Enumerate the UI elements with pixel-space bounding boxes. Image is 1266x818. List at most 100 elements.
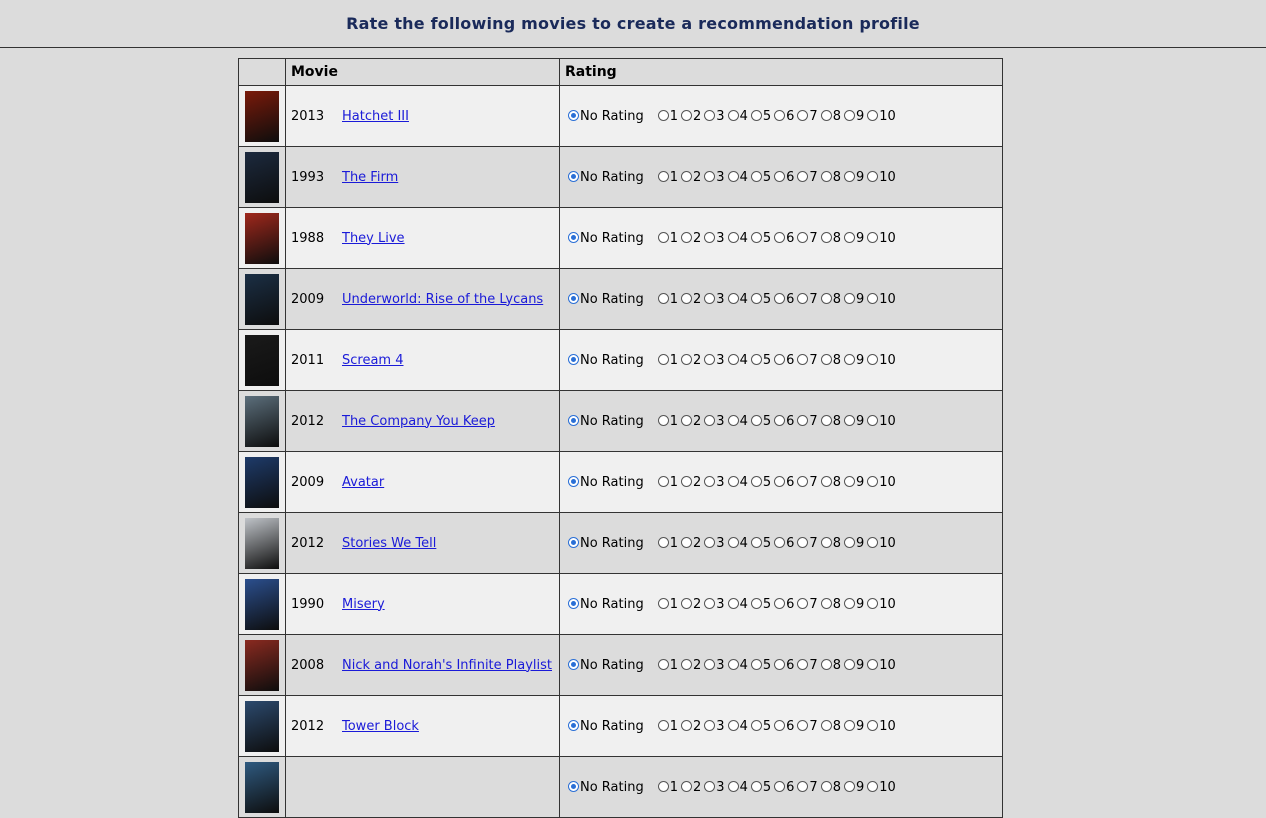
- rating-radio-button[interactable]: [681, 170, 693, 182]
- rating-radio-button[interactable]: [843, 231, 855, 243]
- rating-option-8[interactable]: 8: [820, 718, 841, 734]
- rating-radio-button[interactable]: [867, 658, 879, 670]
- rating-radio-button[interactable]: [797, 658, 809, 670]
- rating-radio-button[interactable]: [727, 292, 739, 304]
- rating-option-6[interactable]: 6: [774, 718, 794, 734]
- rating-option-6[interactable]: 6: [774, 169, 794, 185]
- rating-radio-button[interactable]: [843, 536, 855, 548]
- rating-option-2[interactable]: 2: [681, 474, 701, 490]
- rating-radio-button[interactable]: [820, 109, 832, 121]
- rating-option-3[interactable]: 3: [704, 535, 725, 551]
- rating-option-4[interactable]: 4: [727, 352, 748, 368]
- rating-option-5[interactable]: 5: [750, 596, 771, 612]
- rating-radio-button[interactable]: [681, 475, 693, 487]
- rating-radio-button[interactable]: [568, 292, 579, 304]
- rating-radio-button[interactable]: [774, 658, 786, 670]
- rating-option-6[interactable]: 6: [774, 108, 794, 124]
- rating-option-1[interactable]: 1: [657, 657, 678, 673]
- rating-option-3[interactable]: 3: [704, 718, 725, 734]
- rating-radio-button[interactable]: [843, 780, 855, 792]
- rating-option-1[interactable]: 1: [657, 474, 678, 490]
- rating-radio-button[interactable]: [820, 414, 832, 426]
- rating-radio-button[interactable]: [774, 475, 786, 487]
- rating-option-7[interactable]: 7: [797, 230, 818, 246]
- rating-option-none[interactable]: No Rating: [568, 718, 644, 734]
- rating-option-9[interactable]: 9: [843, 474, 864, 490]
- rating-option-none[interactable]: No Rating: [568, 657, 644, 673]
- rating-option-1[interactable]: 1: [657, 596, 678, 612]
- rating-option-1[interactable]: 1: [657, 169, 678, 185]
- rating-option-4[interactable]: 4: [727, 779, 748, 795]
- rating-option-3[interactable]: 3: [704, 657, 725, 673]
- rating-option-9[interactable]: 9: [843, 596, 864, 612]
- rating-option-8[interactable]: 8: [820, 413, 841, 429]
- rating-radio-button[interactable]: [657, 109, 669, 121]
- rating-option-7[interactable]: 7: [797, 596, 818, 612]
- rating-option-9[interactable]: 9: [843, 352, 864, 368]
- rating-radio-button[interactable]: [727, 597, 739, 609]
- movie-title-link[interactable]: Avatar: [342, 475, 384, 490]
- rating-radio-button[interactable]: [750, 231, 762, 243]
- rating-radio-button[interactable]: [797, 353, 809, 365]
- rating-radio-button[interactable]: [727, 536, 739, 548]
- rating-radio-button[interactable]: [843, 292, 855, 304]
- rating-option-5[interactable]: 5: [750, 535, 771, 551]
- rating-option-none[interactable]: No Rating: [568, 352, 644, 368]
- rating-option-6[interactable]: 6: [774, 596, 794, 612]
- rating-option-10[interactable]: 10: [867, 535, 896, 551]
- rating-radio-button[interactable]: [681, 353, 693, 365]
- rating-option-10[interactable]: 10: [867, 413, 896, 429]
- rating-radio-button[interactable]: [681, 658, 693, 670]
- movie-title-link[interactable]: Hatchet III: [342, 109, 409, 124]
- rating-radio-button[interactable]: [704, 231, 716, 243]
- rating-option-3[interactable]: 3: [704, 352, 725, 368]
- rating-radio-button[interactable]: [867, 597, 879, 609]
- rating-radio-button[interactable]: [820, 536, 832, 548]
- rating-radio-button[interactable]: [774, 109, 786, 121]
- rating-option-none[interactable]: No Rating: [568, 413, 644, 429]
- rating-radio-button[interactable]: [657, 658, 669, 670]
- rating-radio-button[interactable]: [657, 780, 669, 792]
- rating-option-9[interactable]: 9: [843, 779, 864, 795]
- rating-option-3[interactable]: 3: [704, 108, 725, 124]
- rating-option-8[interactable]: 8: [820, 230, 841, 246]
- rating-radio-button[interactable]: [774, 170, 786, 182]
- rating-option-2[interactable]: 2: [681, 413, 701, 429]
- rating-option-2[interactable]: 2: [681, 108, 701, 124]
- rating-option-7[interactable]: 7: [797, 169, 818, 185]
- rating-radio-button[interactable]: [797, 292, 809, 304]
- rating-option-6[interactable]: 6: [774, 230, 794, 246]
- rating-option-2[interactable]: 2: [681, 352, 701, 368]
- rating-radio-button[interactable]: [568, 475, 579, 487]
- rating-radio-button[interactable]: [568, 719, 579, 731]
- rating-option-none[interactable]: No Rating: [568, 474, 644, 490]
- rating-option-4[interactable]: 4: [727, 413, 748, 429]
- rating-radio-button[interactable]: [568, 170, 579, 182]
- rating-radio-button[interactable]: [727, 109, 739, 121]
- rating-option-none[interactable]: No Rating: [568, 169, 644, 185]
- rating-radio-button[interactable]: [797, 414, 809, 426]
- rating-radio-button[interactable]: [867, 109, 879, 121]
- rating-option-7[interactable]: 7: [797, 108, 818, 124]
- rating-radio-button[interactable]: [681, 109, 693, 121]
- rating-option-1[interactable]: 1: [657, 779, 678, 795]
- rating-option-1[interactable]: 1: [657, 352, 678, 368]
- rating-radio-button[interactable]: [568, 109, 579, 121]
- rating-option-1[interactable]: 1: [657, 108, 678, 124]
- rating-option-4[interactable]: 4: [727, 291, 748, 307]
- rating-radio-button[interactable]: [750, 597, 762, 609]
- rating-radio-button[interactable]: [750, 658, 762, 670]
- rating-radio-button[interactable]: [867, 536, 879, 548]
- rating-radio-button[interactable]: [727, 780, 739, 792]
- rating-radio-button[interactable]: [750, 536, 762, 548]
- rating-option-1[interactable]: 1: [657, 535, 678, 551]
- rating-option-4[interactable]: 4: [727, 474, 748, 490]
- rating-option-4[interactable]: 4: [727, 169, 748, 185]
- movie-title-link[interactable]: They Live: [342, 231, 405, 246]
- rating-option-8[interactable]: 8: [820, 657, 841, 673]
- rating-option-none[interactable]: No Rating: [568, 291, 644, 307]
- movie-title-link[interactable]: Stories We Tell: [342, 536, 436, 551]
- rating-option-7[interactable]: 7: [797, 718, 818, 734]
- rating-option-6[interactable]: 6: [774, 291, 794, 307]
- rating-radio-button[interactable]: [797, 475, 809, 487]
